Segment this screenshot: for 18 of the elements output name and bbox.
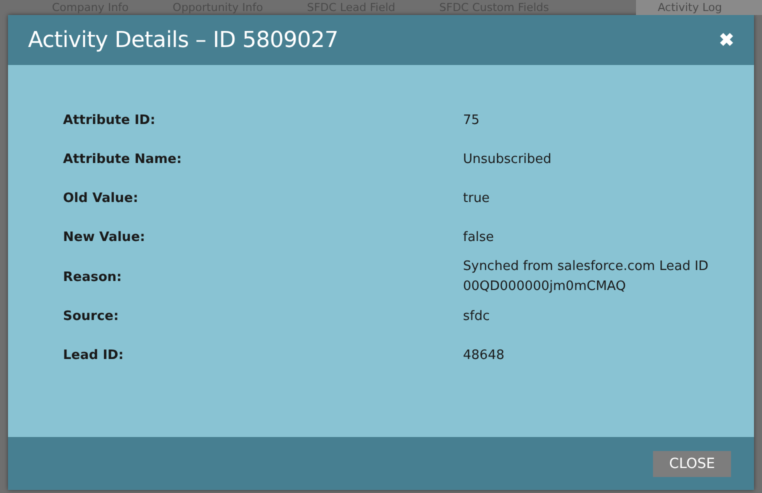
dialog-title: Activity Details – ID 5809027 [28,28,338,52]
field-value: 48648 [463,346,506,364]
close-button[interactable]: CLOSE [653,450,731,476]
field-label: Attribute Name: [63,152,183,167]
field-value: false [463,228,495,246]
field-value: sfdc [463,308,491,326]
field-label: New Value: [63,230,146,245]
field-value: Unsubscribed [463,150,552,168]
close-icon[interactable]: ✖ [719,29,734,51]
field-label: Source: [63,309,120,324]
background-tab[interactable]: Activity Log [636,0,762,15]
field-label: Lead ID: [63,348,125,363]
field-label: Old Value: [63,191,140,206]
field-label: Attribute ID: [63,113,156,128]
field-value: 75 [463,112,481,130]
field-value: Synched from salesforce.com Lead ID 00QD000000jm0mCMAQ [463,258,710,296]
field-label: Reason: [63,270,123,284]
field-value: true [463,190,491,208]
